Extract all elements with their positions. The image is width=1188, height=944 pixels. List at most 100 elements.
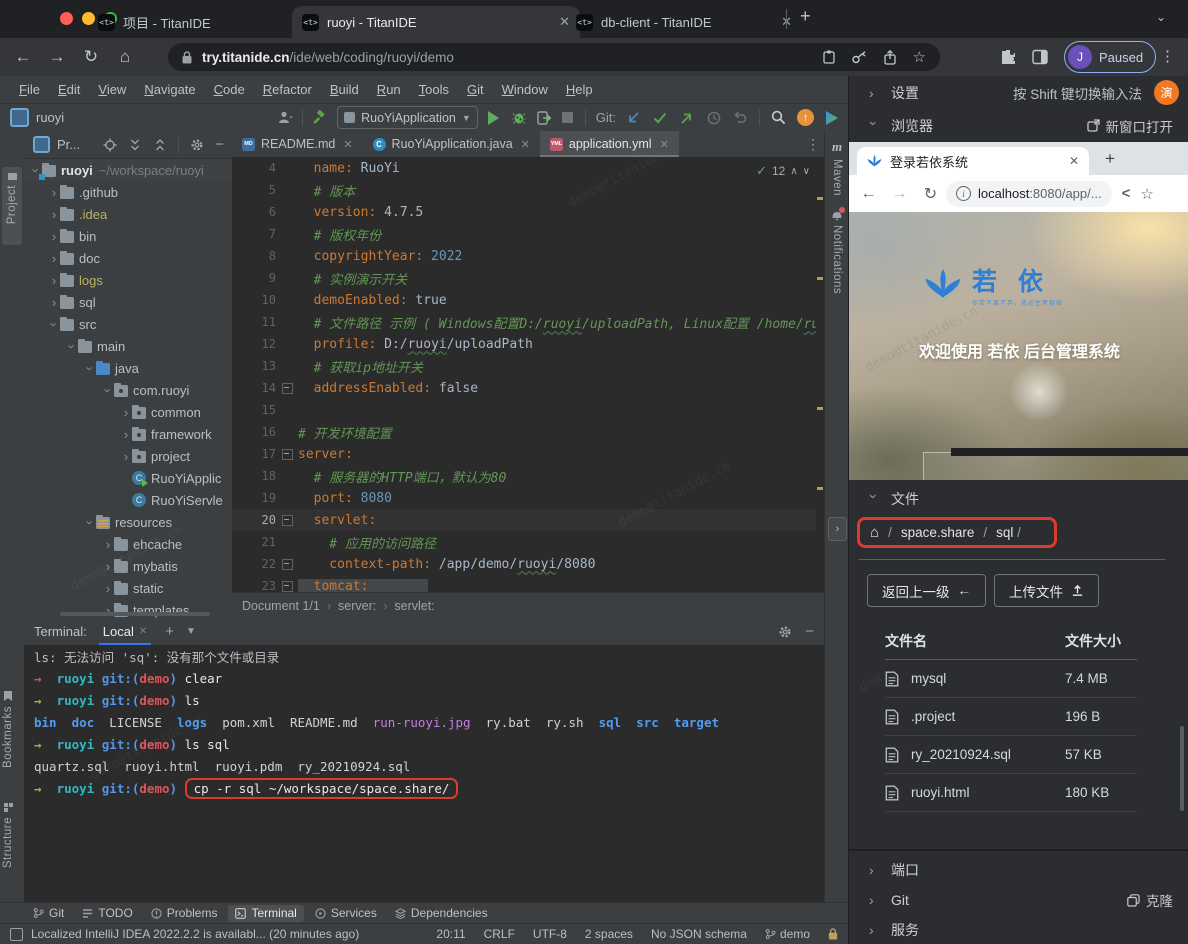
menu-build[interactable]: Build xyxy=(321,82,368,97)
build-hammer-icon[interactable] xyxy=(312,110,327,125)
browser-tab[interactable]: <t>ruoyi - TitanIDE✕ xyxy=(292,6,580,38)
browser-menu-dots-icon[interactable]: ⋮ xyxy=(1160,47,1175,65)
git-update-icon[interactable] xyxy=(626,111,640,125)
tree-item--github[interactable]: ›.github xyxy=(24,181,232,203)
fold-icon[interactable] xyxy=(282,515,293,526)
prev-problem-icon[interactable]: ∧ xyxy=(790,166,797,177)
stripe-bookmarks[interactable]: Bookmarks xyxy=(2,691,14,768)
fold-gutter[interactable] xyxy=(276,449,298,460)
fold-gutter[interactable] xyxy=(276,559,298,570)
breadcrumb-servlet[interactable]: servlet: xyxy=(394,599,434,613)
mini-hscrollbar[interactable] xyxy=(951,448,1188,456)
tree-item-framework[interactable]: ›framework xyxy=(24,423,232,445)
side-panel-icon[interactable] xyxy=(1032,49,1048,65)
status-lock-icon[interactable] xyxy=(828,928,838,940)
terminal-dropdown-chevron-icon[interactable]: ▼ xyxy=(186,626,196,637)
file-row[interactable]: .project196 B xyxy=(885,698,1137,736)
forward-icon[interactable]: → xyxy=(40,47,74,67)
files-breadcrumb[interactable]: ⌂ / space.share / sql / xyxy=(857,517,1057,548)
browser-tab[interactable]: <t>db-client - TitanIDE✕ xyxy=(566,6,802,38)
collapse-all-icon[interactable] xyxy=(153,138,167,152)
locate-file-icon[interactable] xyxy=(103,138,117,152)
stripe-project[interactable]: Project xyxy=(2,167,22,245)
toolwindow-dependencies[interactable]: Dependencies xyxy=(388,905,495,922)
upload-button[interactable]: 上传文件 xyxy=(994,574,1099,607)
password-key-icon[interactable] xyxy=(852,51,867,64)
status-item[interactable]: CRLF xyxy=(484,927,515,941)
section-files[interactable]: › 文件 xyxy=(849,483,1188,514)
stripe-maven[interactable]: m Maven xyxy=(825,139,849,196)
tree-item-com-ruoyi[interactable]: ›com.ruoyi xyxy=(24,379,232,401)
menu-help[interactable]: Help xyxy=(557,82,602,97)
menu-file[interactable]: File xyxy=(10,82,49,97)
status-branch[interactable]: demo xyxy=(765,927,810,941)
mini-star-icon[interactable]: ☆ xyxy=(1140,185,1153,203)
fold-icon[interactable] xyxy=(282,383,293,394)
tree-chevron-icon[interactable]: › xyxy=(48,295,60,310)
crumb-sql[interactable]: sql / xyxy=(996,525,1021,540)
section-ports[interactable]: › 端口 xyxy=(849,855,1188,885)
fold-gutter[interactable] xyxy=(276,515,298,526)
open-new-window-button[interactable]: 新窗口打开 xyxy=(1087,116,1174,136)
tree-item-sql[interactable]: ›sql xyxy=(24,291,232,313)
menu-edit[interactable]: Edit xyxy=(49,82,89,97)
section-browser[interactable]: › 浏览器 新窗口打开 xyxy=(849,109,1188,142)
tree-hscrollbar[interactable] xyxy=(60,612,210,616)
expand-all-icon[interactable] xyxy=(128,138,142,152)
status-message[interactable]: Localized IntelliJ IDEA 2022.2.2 is avai… xyxy=(31,927,359,941)
tree-item-java[interactable]: ›java xyxy=(24,357,232,379)
menu-window[interactable]: Window xyxy=(493,82,557,97)
clone-button[interactable]: 克隆 xyxy=(1127,890,1173,910)
tree-item-static[interactable]: ›static xyxy=(24,577,232,599)
status-item[interactable]: 2 spaces xyxy=(585,927,633,941)
close-mini-tab-icon[interactable]: ✕ xyxy=(1069,154,1079,168)
status-item[interactable]: No JSON schema xyxy=(651,927,747,941)
close-editor-tab-icon[interactable]: ✕ xyxy=(343,138,352,151)
run-config-combo[interactable]: RuoYiApplication ▼ xyxy=(337,106,478,129)
fold-icon[interactable] xyxy=(282,559,293,570)
tree-item--idea[interactable]: ›.idea xyxy=(24,203,232,225)
project-widget[interactable]: ruoyi xyxy=(36,110,64,125)
tree-item-ruoyiapplic[interactable]: CRuoYiApplic xyxy=(24,467,232,489)
file-row[interactable]: ruoyi.html180 KB xyxy=(885,774,1137,812)
tree-chevron-icon[interactable]: › xyxy=(102,537,114,552)
tree-item-main[interactable]: ›main xyxy=(24,335,232,357)
close-window-button[interactable] xyxy=(60,12,73,25)
breadcrumb-server[interactable]: server: xyxy=(338,599,376,613)
tree-item-doc[interactable]: ›doc xyxy=(24,247,232,269)
toolwindow-services[interactable]: Services xyxy=(308,905,384,922)
tree-chevron-icon[interactable]: › xyxy=(120,405,132,420)
debug-bug-icon[interactable] xyxy=(512,110,526,125)
tree-chevron-icon[interactable]: › xyxy=(102,581,114,596)
tree-item-project[interactable]: ›project xyxy=(24,445,232,467)
fold-icon[interactable] xyxy=(282,449,293,460)
run-icon[interactable] xyxy=(488,111,499,125)
ide-instance-icon[interactable] xyxy=(10,928,23,941)
next-problem-icon[interactable]: ∨ xyxy=(803,166,810,177)
menu-git[interactable]: Git xyxy=(458,82,493,97)
editor-tab[interactable]: MDREADME.md✕ xyxy=(232,131,363,157)
tree-root-ruoyi[interactable]: ›ruoyi~/workspace/ruoyi xyxy=(24,159,232,181)
toolwindow-todo[interactable]: TODO xyxy=(75,905,139,922)
section-git[interactable]: › Git 克隆 xyxy=(849,885,1188,915)
status-item[interactable]: UTF-8 xyxy=(533,927,567,941)
close-terminal-tab-icon[interactable]: ✕ xyxy=(139,626,147,637)
tab-search-chevron-icon[interactable]: ⌄ xyxy=(1156,10,1166,24)
section-settings[interactable]: › 设置 按 Shift 键切换输入法 演 xyxy=(849,76,1188,109)
reload-icon[interactable]: ↻ xyxy=(74,47,108,67)
tree-chevron-icon[interactable]: › xyxy=(48,273,60,288)
editor-tabs-menu-dots-icon[interactable]: ⋮ xyxy=(806,136,820,153)
new-terminal-icon[interactable]: + xyxy=(165,623,174,640)
stripe-structure[interactable]: Structure xyxy=(2,803,14,868)
close-tab-icon[interactable]: ✕ xyxy=(769,14,792,30)
project-panel-title[interactable]: Pr... xyxy=(57,137,80,152)
tree-item-bin[interactable]: ›bin xyxy=(24,225,232,247)
home-icon[interactable]: ⌂ xyxy=(870,524,879,541)
mini-reload-icon[interactable]: ↻ xyxy=(915,184,946,204)
coverage-icon[interactable] xyxy=(537,111,551,125)
tree-chevron-icon[interactable]: › xyxy=(48,229,60,244)
menu-refactor[interactable]: Refactor xyxy=(254,82,321,97)
terminal-output[interactable]: demo@titanide.cn ls: 无法访问 'sq': 没有那个文件或目… xyxy=(24,645,824,902)
terminal-tab-local[interactable]: Local ✕ xyxy=(99,618,151,645)
mini-share-icon[interactable]: < xyxy=(1122,185,1131,202)
